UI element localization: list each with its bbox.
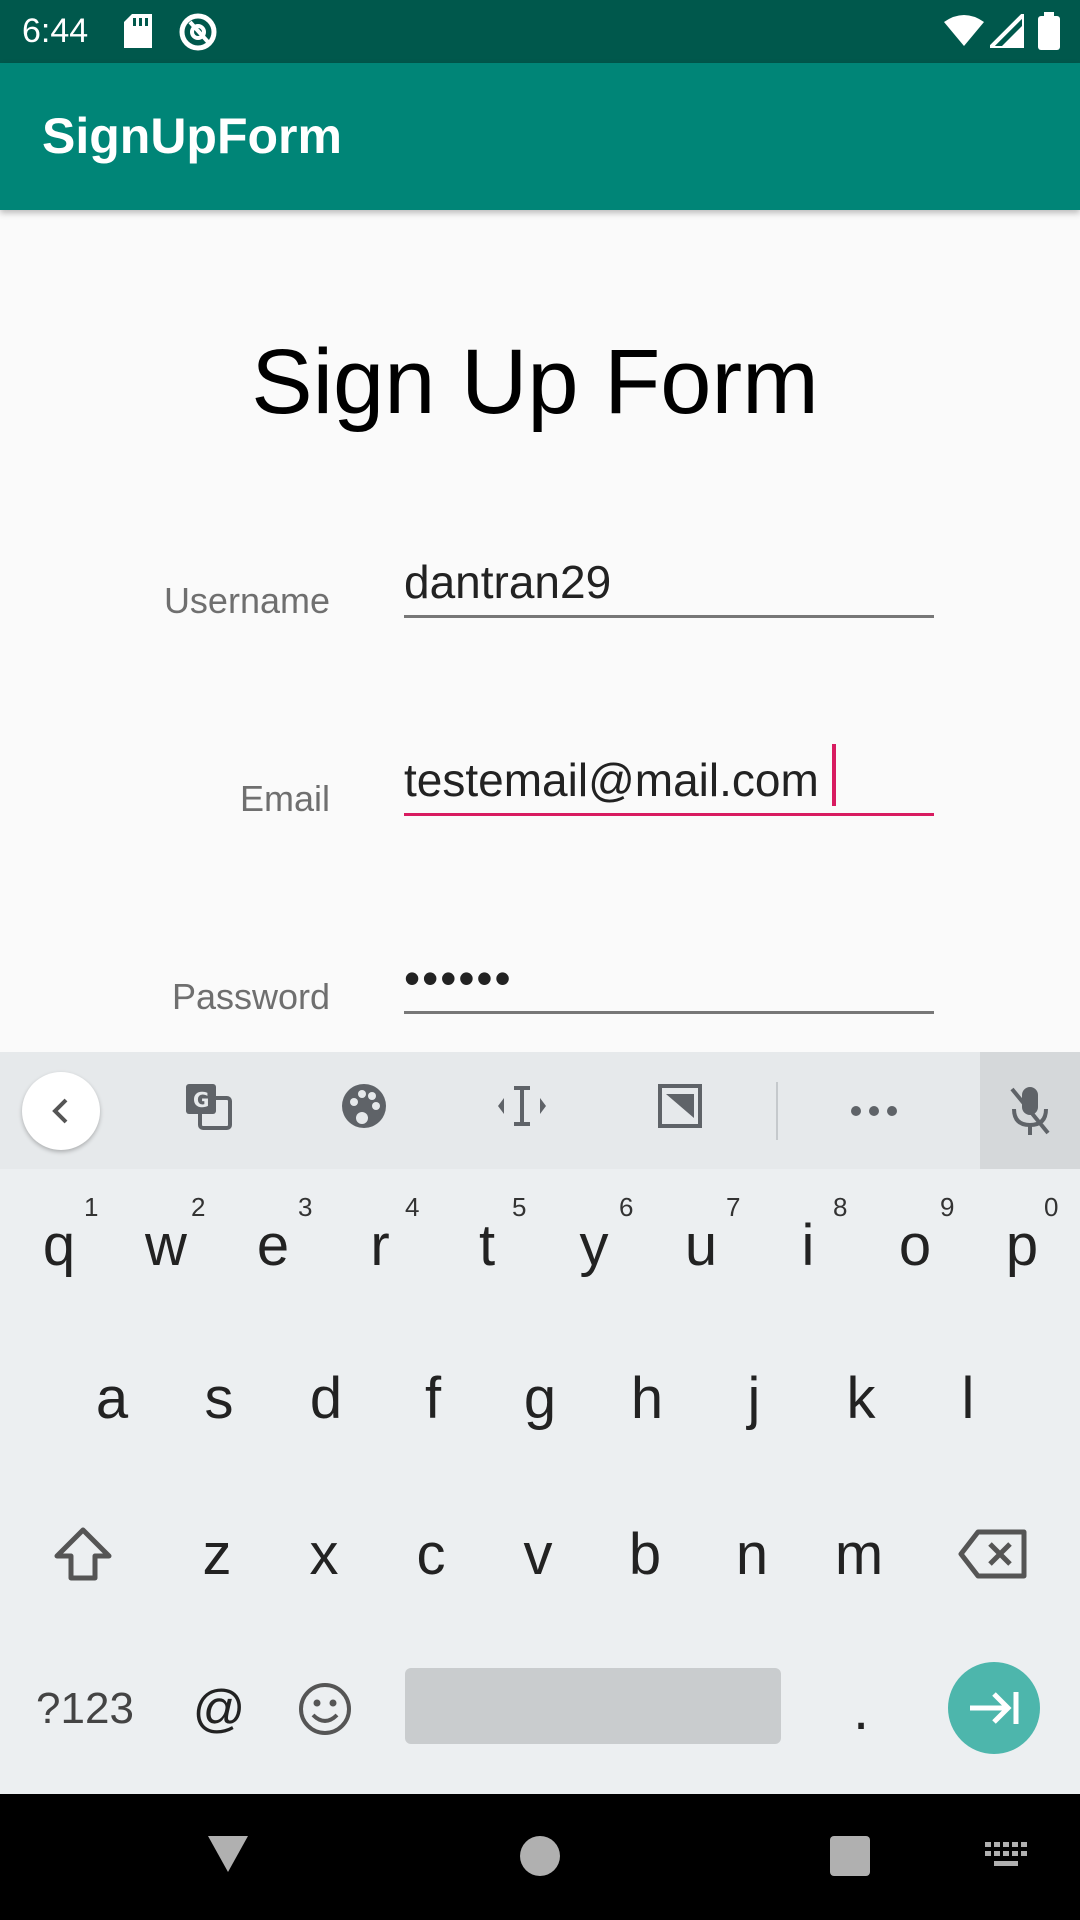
svg-text:G: G: [193, 1088, 209, 1112]
hint-1: 1: [84, 1192, 99, 1222]
nav-recents-icon[interactable]: [830, 1836, 870, 1876]
key-m[interactable]: m: [806, 1489, 912, 1619]
palette-icon[interactable]: [340, 1082, 388, 1135]
more-icon[interactable]: [850, 1104, 898, 1123]
key-k[interactable]: k: [808, 1333, 914, 1463]
sd-card-icon: [124, 14, 152, 53]
wifi-icon: [944, 14, 984, 53]
hint-7: 7: [726, 1192, 741, 1222]
signal-icon: [985, 9, 1026, 53]
hint-6: 6: [619, 1192, 634, 1222]
mic-off-icon[interactable]: [980, 1052, 1080, 1169]
nav-back-icon[interactable]: [206, 1834, 250, 1879]
key-h[interactable]: h: [594, 1333, 700, 1463]
key-z[interactable]: z: [164, 1489, 270, 1619]
key-j[interactable]: j: [701, 1333, 807, 1463]
key-c[interactable]: c: [378, 1489, 484, 1619]
backspace-icon: [958, 1529, 1027, 1579]
key-a[interactable]: a: [59, 1333, 165, 1463]
battery-icon: [1038, 12, 1060, 55]
nav-home-icon[interactable]: [520, 1836, 560, 1876]
key-g[interactable]: g: [487, 1333, 593, 1463]
password-label: Password: [171, 976, 330, 1017]
toolbar-divider: [776, 1082, 778, 1140]
clipboard-icon[interactable]: [656, 1082, 704, 1135]
hint-0: 0: [1044, 1192, 1059, 1222]
hint-2: 2: [191, 1192, 206, 1222]
username-label: Username: [163, 580, 330, 621]
text-caret: [832, 744, 836, 806]
backspace-key[interactable]: [940, 1489, 1046, 1619]
username-field[interactable]: [404, 548, 934, 618]
key-d[interactable]: d: [273, 1333, 379, 1463]
password-field[interactable]: [404, 944, 934, 1014]
keyboard-switch-icon[interactable]: [985, 1842, 1029, 1875]
next-key[interactable]: [948, 1662, 1040, 1754]
key-b[interactable]: b: [592, 1489, 698, 1619]
key-s[interactable]: s: [166, 1333, 272, 1463]
hint-3: 3: [298, 1192, 313, 1222]
at-ring-icon: [178, 12, 218, 57]
space-bar[interactable]: [405, 1668, 781, 1744]
app-bar: SignUpForm: [0, 63, 1080, 210]
key-n[interactable]: n: [699, 1489, 805, 1619]
keyboard-toolbar: G: [0, 1052, 1080, 1169]
email-field[interactable]: [404, 746, 934, 816]
key-f[interactable]: f: [380, 1333, 486, 1463]
key-l[interactable]: l: [915, 1333, 1021, 1463]
tab-arrow-icon: [970, 1692, 1019, 1724]
at-key[interactable]: @: [166, 1644, 272, 1774]
status-time: 6:44: [22, 12, 89, 50]
hint-4: 4: [405, 1192, 420, 1222]
period-key[interactable]: .: [808, 1644, 914, 1774]
key-x[interactable]: x: [271, 1489, 377, 1619]
key-v[interactable]: v: [485, 1489, 591, 1619]
symbols-key[interactable]: ?123: [20, 1644, 150, 1774]
key-p[interactable]: p: [969, 1180, 1075, 1310]
shift-icon: [54, 1527, 112, 1581]
status-bar: 6:44: [0, 0, 1080, 63]
text-cursor-icon[interactable]: [496, 1082, 548, 1135]
form-title: Sign Up Form: [251, 331, 819, 433]
emoji-key[interactable]: [272, 1644, 378, 1774]
emoji-icon: [299, 1683, 351, 1735]
hint-9: 9: [940, 1192, 955, 1222]
navigation-bar: [0, 1794, 1080, 1920]
email-label: Email: [239, 778, 330, 819]
shift-key[interactable]: [30, 1489, 136, 1619]
translate-icon[interactable]: G: [184, 1082, 232, 1135]
chevron-left-icon[interactable]: [22, 1072, 100, 1150]
hint-8: 8: [833, 1192, 848, 1222]
app-title: SignUpForm: [42, 108, 342, 164]
hint-5: 5: [512, 1192, 527, 1222]
